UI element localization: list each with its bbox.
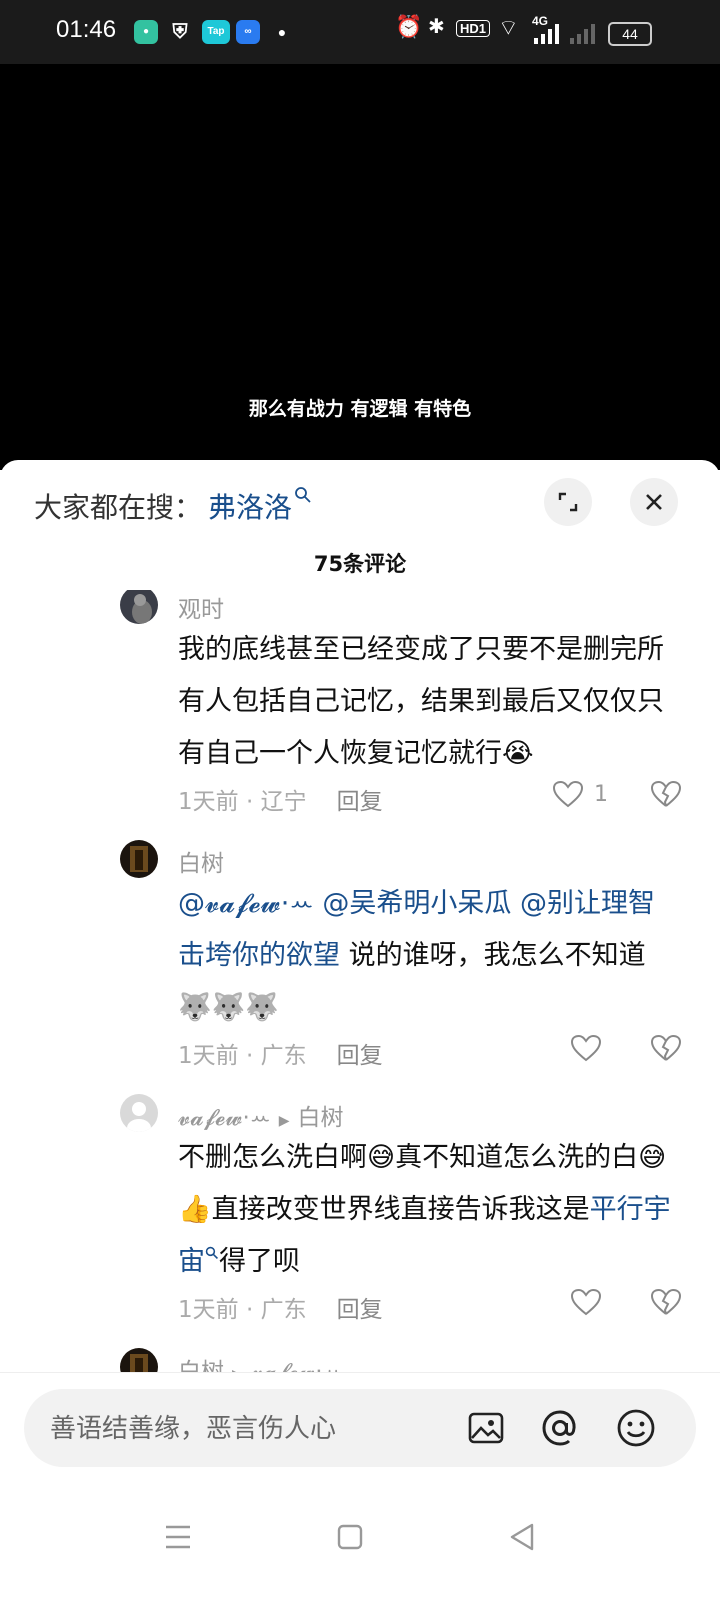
search-icon [205, 1246, 218, 1259]
comment-meta: 1天前 · 辽宁 回复 [178, 789, 383, 815]
image-icon[interactable] [464, 1406, 508, 1450]
like-count: 1 [594, 781, 608, 807]
broken-heart-icon[interactable] [650, 1034, 682, 1062]
reply-button[interactable]: 回复 [337, 789, 383, 815]
comment-text: @𝓿𝓪𝓯𝓮𝔀·ꕀ @吴希明小呆瓜 @别让理智击垮你的欲望 说的谁呀，我怎么不知道… [178, 888, 655, 1023]
shield-icon: ⛨ [172, 21, 188, 43]
link-app-icon: ∞ [236, 20, 260, 44]
heart-icon [570, 1288, 602, 1316]
emoji: 😭 [502, 738, 534, 769]
broken-heart-icon[interactable] [650, 780, 682, 808]
reply-button[interactable]: 回复 [337, 1297, 383, 1323]
heart-icon [570, 1034, 602, 1062]
video-subtitle: 那么有战力 有逻辑 有特色 [248, 398, 472, 420]
comments-count: 75条评论 [313, 552, 407, 576]
comment-meta: 1天前 · 广东 回复 [178, 1297, 383, 1323]
emoji-icon[interactable] [614, 1406, 658, 1450]
bottom-bar [0, 1372, 720, 1613]
emoji: 🐺🐺🐺 [178, 992, 279, 1023]
search-suggestion[interactable]: 大家都在搜： 弗洛洛 [34, 486, 312, 526]
system-nav-bar [0, 1485, 720, 1589]
avatar[interactable] [120, 1094, 158, 1132]
comment-text: 我的底线甚至已经变成了只要不是删完所有人包括自己记忆，结果到最后又仅仅只有自己一… [178, 634, 664, 769]
menu-icon[interactable] [158, 1517, 198, 1557]
emoji: 😅 [367, 1142, 396, 1173]
chat-app-icon: ● [134, 20, 158, 44]
dot-icon: ● [277, 24, 287, 40]
expand-button[interactable] [544, 478, 592, 526]
avatar[interactable] [120, 590, 158, 624]
battery-indicator: 44 [608, 22, 652, 46]
alarm-icon: ⏰ [395, 14, 423, 39]
like-button[interactable] [570, 1034, 602, 1062]
avatar[interactable] [120, 840, 158, 878]
status-bar: 01:46 ● ⛨ Tap ∞ ● ⏰ ✱ HD1 ⌔ 4G 44 [0, 0, 720, 64]
reply-to[interactable]: 白树 [297, 1105, 343, 1131]
like-button[interactable] [570, 1288, 602, 1316]
like-button[interactable]: 1 [552, 780, 608, 808]
tap-app-icon: Tap [202, 20, 230, 44]
broken-heart-icon[interactable] [650, 1288, 682, 1316]
comment-list[interactable]: 观时 我的底线甚至已经变成了只要不是删完所有人包括自己记忆，结果到最后又仅仅只有… [0, 590, 720, 1402]
close-icon [646, 494, 662, 510]
reply-arrow-icon: ▶ [278, 1113, 290, 1129]
back-icon[interactable] [502, 1517, 542, 1557]
hd-badge: HD1 [456, 20, 491, 37]
search-keyword[interactable]: 弗洛洛 [208, 491, 292, 524]
comment-input-box[interactable] [24, 1389, 696, 1469]
at-icon[interactable] [538, 1406, 582, 1450]
search-icon [295, 487, 311, 503]
heart-icon [552, 780, 584, 808]
signal-2-icon [570, 24, 595, 44]
home-icon[interactable] [330, 1517, 370, 1557]
wifi-icon: ⌔ [498, 15, 519, 40]
video-player[interactable]: 那么有战力 有逻辑 有特色 [0, 64, 720, 470]
expand-icon [558, 492, 578, 512]
status-time: 01:46 [56, 16, 117, 43]
bluetooth-icon: ✱ [428, 16, 445, 38]
reply-button[interactable]: 回复 [337, 1043, 383, 1069]
comment-meta: 1天前 · 广东 回复 [178, 1043, 383, 1069]
comment-author[interactable]: 白树 [178, 844, 224, 878]
signal-icon [534, 24, 559, 44]
close-button[interactable] [630, 478, 678, 526]
comment-text: 不删怎么洗白啊😅真不知道怎么洗的白😅👍直接改变世界线直接告诉我这是平行宇宙 得了呗 [178, 1142, 671, 1277]
comment-input[interactable] [48, 1389, 432, 1469]
search-label: 大家都在搜： [34, 491, 203, 524]
comment-author: 𝓿𝓪𝓯𝓮𝔀·ꕀ ▶ 白树 [178, 1105, 344, 1131]
comment-author[interactable]: 观时 [178, 590, 224, 624]
